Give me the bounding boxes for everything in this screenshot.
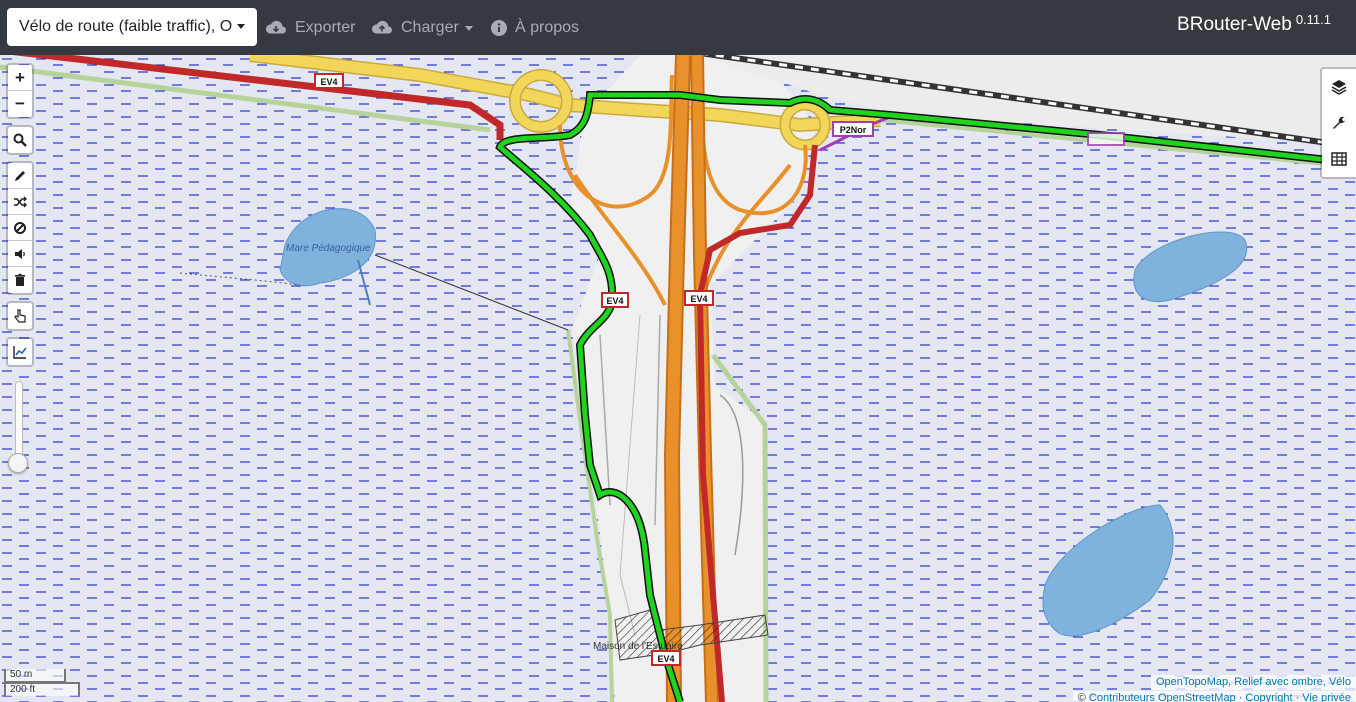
shield-ev4-c-text: EV4 xyxy=(690,294,707,304)
export-button[interactable]: Exporter xyxy=(265,17,355,39)
about-label: À propos xyxy=(515,19,580,36)
zoom-in-button[interactable]: + xyxy=(8,65,32,91)
shield-p2nor-text: P2Nor xyxy=(840,125,867,135)
shuffle-icon xyxy=(14,196,27,207)
shield-ev4-a-text: EV4 xyxy=(320,77,337,87)
search-button[interactable] xyxy=(8,127,32,153)
profile-select[interactable]: Vélo de route (faible traffic), O xyxy=(7,8,257,46)
attribution-layers: OpenTopoMap, Relief avec ombre, Vélo xyxy=(1150,675,1356,690)
edit-control xyxy=(6,161,34,295)
cloud-upload-icon xyxy=(371,20,392,34)
info-icon xyxy=(491,20,507,36)
trash-icon xyxy=(15,273,25,286)
draw-route-button[interactable] xyxy=(8,163,32,189)
about-button[interactable]: À propos xyxy=(491,17,579,39)
navbar: Vélo de route (faible traffic), O Export… xyxy=(0,0,1356,55)
no-entry-icon xyxy=(14,221,26,234)
route-shield-p2nor: P2Nor xyxy=(832,121,874,137)
export-label: Exporter xyxy=(295,19,356,36)
scale-metric: 50 m xyxy=(4,669,66,683)
search-icon xyxy=(13,133,27,147)
map-view[interactable]: EV4 EV4 EV4 EV4 P2Nor Mare Pédagogique M… xyxy=(0,55,1356,702)
route-shield-ev4-d: EV4 xyxy=(651,650,681,666)
table-icon xyxy=(1331,152,1347,166)
copyright-link[interactable]: Copyright xyxy=(1245,692,1292,702)
pointer-button[interactable] xyxy=(8,303,32,329)
delete-route-button[interactable] xyxy=(8,267,32,293)
copyright-symbol: © xyxy=(1077,692,1086,702)
load-button[interactable]: Charger xyxy=(371,17,473,39)
layers-icon xyxy=(1331,80,1347,95)
zoom-control: + − xyxy=(6,63,34,119)
voice-hints-button[interactable] xyxy=(8,241,32,267)
slider-thumb[interactable] xyxy=(8,453,28,473)
shield-ev4-d-text: EV4 xyxy=(657,654,674,664)
brand[interactable]: BRouter-Web 0.11.1 xyxy=(1177,12,1331,36)
attribution-copyright: © Contributeurs OpenStreetMap · Copyrigh… xyxy=(1072,691,1356,702)
chevron-down-icon xyxy=(464,25,473,31)
map-canvas[interactable]: EV4 EV4 EV4 EV4 P2Nor Mare Pédagogique M… xyxy=(0,55,1356,702)
search-control xyxy=(6,125,34,155)
attribution-layers-link[interactable]: OpenTopoMap, Relief avec ombre, Vélo xyxy=(1156,676,1351,688)
data-table-button[interactable] xyxy=(1322,141,1356,177)
shield-ev4-b-text: EV4 xyxy=(606,296,623,306)
chart-icon xyxy=(13,346,27,359)
pencil-icon xyxy=(15,170,25,181)
settings-button[interactable] xyxy=(1322,105,1356,141)
zoom-out-button[interactable]: − xyxy=(8,91,32,117)
elevation-control xyxy=(6,337,34,367)
label-house: Maison de l'Estuaire xyxy=(593,641,683,652)
speaker-icon xyxy=(15,248,25,259)
route-shield-ev4-a: EV4 xyxy=(314,73,344,89)
pointer-icon xyxy=(14,309,26,323)
route-shield-ev4-c: EV4 xyxy=(684,290,714,306)
right-control-bar xyxy=(1320,67,1356,179)
profile-select-value: Vélo de route (faible traffic), O xyxy=(19,18,233,35)
no-go-area-button[interactable] xyxy=(8,215,32,241)
wrench-icon xyxy=(1333,116,1346,129)
layers-button[interactable] xyxy=(1322,69,1356,105)
elevation-button[interactable] xyxy=(8,339,32,365)
route-shield-ev4-b: EV4 xyxy=(601,292,629,308)
chevron-down-icon xyxy=(237,24,245,29)
privacy-link[interactable]: Vie privée xyxy=(1302,692,1351,702)
scale-imperial: 200 ft xyxy=(4,682,80,696)
map-scale: 50 m 200 ft xyxy=(4,669,80,696)
cloud-download-icon xyxy=(265,20,286,34)
label-pond: Mare Pédagogique xyxy=(286,243,371,254)
opacity-slider[interactable] xyxy=(6,375,30,473)
osm-contributors-link[interactable]: Contributeurs OpenStreetMap xyxy=(1089,692,1236,702)
load-label: Charger xyxy=(401,19,459,36)
reverse-route-button[interactable] xyxy=(8,189,32,215)
brand-name: BRouter-Web xyxy=(1177,14,1292,35)
brand-version: 0.11.1 xyxy=(1295,12,1331,27)
pointer-control xyxy=(6,301,34,331)
